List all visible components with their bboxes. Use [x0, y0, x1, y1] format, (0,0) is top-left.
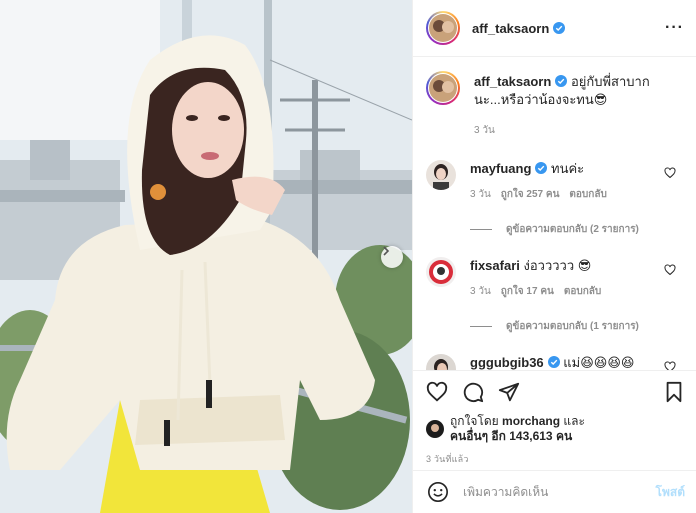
comment-bubble-icon[interactable] [462, 381, 484, 403]
like-heart-icon[interactable] [426, 381, 448, 403]
comment-username[interactable]: fixsafari [470, 258, 520, 273]
comment-item: gggubgib36 แม่😆😆😆😆 [426, 354, 682, 370]
comment-time[interactable]: 3 วัน [470, 186, 491, 204]
comments-list[interactable]: aff_taksaorn อยู่กับพี่สาบากนะ...หรือว่า… [413, 57, 696, 370]
chevron-right-icon [383, 246, 390, 256]
post-timestamp[interactable]: 3 วันที่แล้ว [426, 452, 685, 466]
comment-likes[interactable]: ถูกใจ 257 คน [501, 186, 560, 204]
comment-text: ง่อววววว 😎 [523, 258, 592, 273]
verified-badge-icon [535, 162, 548, 174]
like-comment-heart-icon[interactable] [664, 167, 676, 179]
commenter-avatar[interactable] [426, 257, 456, 287]
caption-author-avatar[interactable] [426, 71, 460, 105]
caption-time[interactable]: 3 วัน [474, 122, 682, 140]
commenter-avatar[interactable] [426, 354, 456, 370]
comment-item: fixsafari ง่อววววว 😎 3 วัน ถูกใจ 17 คน ต… [426, 257, 682, 301]
comment-username[interactable]: gggubgib36 [470, 355, 544, 370]
commenter-avatar[interactable] [426, 160, 456, 190]
author-username-text[interactable]: aff_taksaorn [472, 21, 549, 36]
more-options-icon[interactable]: ··· [665, 20, 684, 36]
post-comment-button[interactable]: โพสต์ [656, 483, 685, 502]
likes-others-count[interactable]: คนอื่นๆ อีก 143,613 คน [450, 429, 572, 443]
emoji-smiley-icon[interactable] [427, 481, 449, 503]
likes-and: และ [563, 414, 585, 428]
share-send-icon[interactable] [498, 381, 520, 403]
comment-text: แม่😆😆😆😆 [563, 355, 635, 370]
like-comment-heart-icon[interactable] [664, 361, 676, 370]
comment-username[interactable]: mayfuang [470, 161, 531, 176]
post-header: aff_taksaorn ··· [413, 0, 696, 57]
like-comment-heart-icon[interactable] [664, 264, 676, 276]
liker-username[interactable]: morchang [502, 414, 560, 428]
next-photo-button[interactable] [381, 246, 403, 268]
liker-avatar[interactable] [426, 420, 444, 438]
replies-divider [470, 229, 492, 230]
caption-username[interactable]: aff_taksaorn [474, 74, 551, 89]
likes-summary: ถูกใจโดย morchang และ คนอื่นๆ อีก 143,61… [426, 414, 685, 444]
post-photo[interactable] [0, 0, 412, 513]
comment-likes[interactable]: ถูกใจ 17 คน [501, 283, 554, 301]
photo-illustration [0, 0, 412, 513]
author-username[interactable]: aff_taksaorn [472, 21, 566, 36]
post-actions: ถูกใจโดย morchang และ คนอื่นๆ อีก 143,61… [413, 370, 696, 466]
add-comment-input[interactable] [463, 485, 656, 499]
comment-text: ทนค่ะ [551, 161, 585, 176]
bookmark-save-icon[interactable] [663, 381, 685, 403]
view-replies-label[interactable]: ดูข้อความตอบกลับ (1 รายการ) [506, 319, 639, 334]
verified-badge-icon [555, 75, 568, 87]
likes-prefix: ถูกใจโดย [450, 414, 499, 428]
view-replies-button[interactable]: ดูข้อความตอบกลับ (1 รายการ) [470, 319, 682, 334]
avatar-image [429, 74, 457, 102]
verified-badge-icon [553, 21, 566, 34]
add-comment-bar: โพสต์ [413, 470, 696, 513]
view-replies-button[interactable]: ดูข้อความตอบกลับ (2 รายการ) [470, 222, 682, 237]
comment-item: mayfuang ทนค่ะ 3 วัน ถูกใจ 257 คน ตอบกลั… [426, 160, 682, 204]
avatar-image [429, 14, 457, 42]
reply-button[interactable]: ตอบกลับ [569, 186, 606, 204]
comment-time[interactable]: 3 วัน [470, 283, 491, 301]
post-side-panel: aff_taksaorn ··· aff_taksaorn อยู่กับพี่… [412, 0, 696, 513]
reply-button[interactable]: ตอบกลับ [564, 283, 601, 301]
replies-divider [470, 326, 492, 327]
view-replies-label[interactable]: ดูข้อความตอบกลับ (2 รายการ) [506, 222, 639, 237]
post-caption: aff_taksaorn อยู่กับพี่สาบากนะ...หรือว่า… [426, 71, 682, 140]
verified-badge-icon [547, 356, 560, 368]
author-avatar[interactable] [426, 11, 460, 45]
